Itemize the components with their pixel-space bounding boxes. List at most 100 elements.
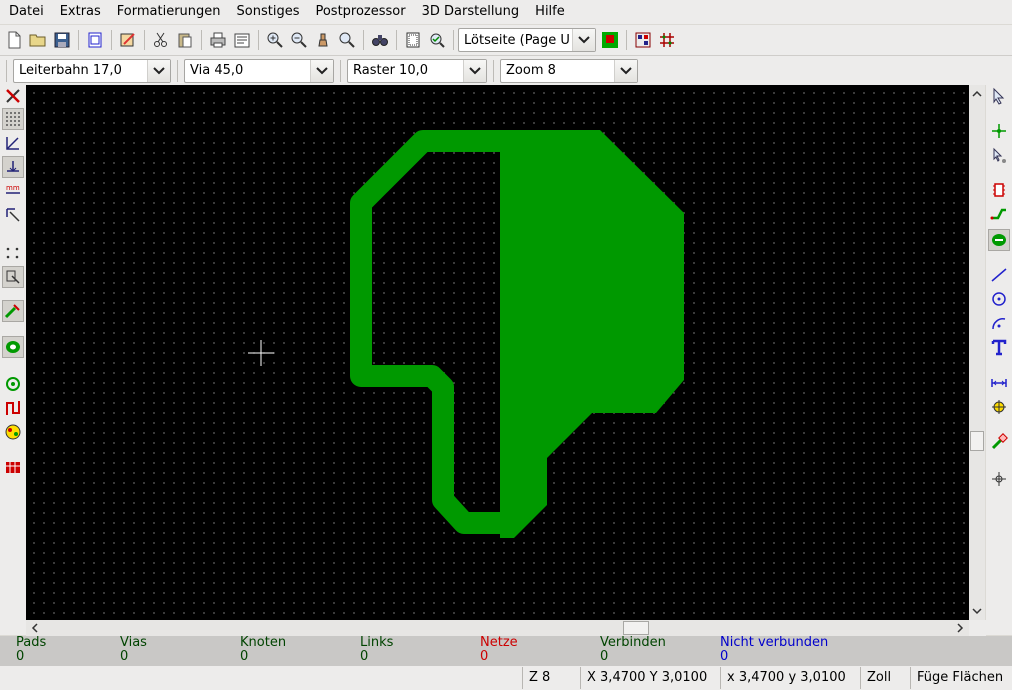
menu-file[interactable]: Datei	[0, 0, 51, 24]
separator	[144, 30, 145, 50]
redraw-icon[interactable]	[311, 28, 335, 52]
grid-origin-icon[interactable]	[988, 468, 1010, 490]
new-file-icon[interactable]	[2, 28, 26, 52]
zoom-in-icon[interactable]	[263, 28, 287, 52]
pcb-canvas[interactable]	[26, 85, 969, 620]
local-ratsnest-icon[interactable]	[988, 145, 1010, 167]
highlight-net-icon[interactable]	[988, 120, 1010, 142]
add-module-icon[interactable]	[988, 179, 1010, 201]
grid-value: Raster 10,0	[353, 63, 429, 78]
load-module-icon[interactable]	[116, 28, 140, 52]
paste-icon[interactable]	[173, 28, 197, 52]
menu-formatting[interactable]: Formatierungen	[108, 0, 228, 24]
info-panel: Pads 0 Vias 0 Knoten 0 Links 0 Netze 0 V…	[0, 636, 1012, 666]
layer-select[interactable]: Lötseite (Page U	[458, 28, 596, 52]
grid-toggle-icon[interactable]	[2, 108, 24, 130]
units-mm-icon[interactable]: mm	[2, 180, 24, 202]
select-arrow-icon[interactable]	[988, 85, 1010, 107]
chevron-down-icon[interactable]	[463, 59, 486, 82]
auto-place-icon[interactable]	[631, 28, 655, 52]
cut-icon[interactable]	[149, 28, 173, 52]
ratsnest-icon[interactable]	[2, 242, 24, 264]
unconnected-label: Nicht verbunden	[720, 635, 829, 650]
print-icon[interactable]	[206, 28, 230, 52]
chevron-down-icon[interactable]	[147, 59, 170, 82]
menu-3d-view[interactable]: 3D Darstellung	[413, 0, 527, 24]
pads-label: Pads	[16, 635, 47, 650]
links-info: Links 0	[360, 636, 480, 664]
cursor-shape-icon[interactable]	[2, 204, 24, 226]
add-zone-icon[interactable]	[988, 229, 1010, 251]
layer-color-icon[interactable]	[598, 28, 622, 52]
netlist-icon[interactable]	[401, 28, 425, 52]
scroll-corner	[969, 620, 986, 636]
add-arc-icon[interactable]	[988, 312, 1010, 334]
scroll-left-icon[interactable]	[27, 621, 41, 635]
connected-label: Verbinden	[600, 635, 666, 650]
plot-icon[interactable]	[230, 28, 254, 52]
vias-label: Vias	[120, 635, 147, 650]
menu-extras[interactable]: Extras	[51, 0, 108, 24]
module-ratsnest-icon[interactable]	[2, 266, 24, 288]
add-circle-icon[interactable]	[988, 288, 1010, 310]
zoom-fit-icon[interactable]	[335, 28, 359, 52]
scroll-right-icon[interactable]	[953, 621, 967, 635]
via-size-select[interactable]: Via 45,0	[184, 58, 334, 83]
horizontal-scroll-thumb[interactable]	[623, 621, 649, 635]
status-abs-coords: X 3,4700 Y 3,0100	[580, 667, 720, 689]
menu-misc[interactable]: Sonstiges	[228, 0, 307, 24]
separator	[177, 59, 178, 82]
status-rel-coords: x 3,4700 y 3,0100	[720, 667, 860, 689]
nets-label: Netze	[480, 635, 518, 650]
delete-item-icon[interactable]	[988, 431, 1010, 453]
menu-help[interactable]: Hilfe	[526, 0, 572, 24]
show-zones-icon[interactable]	[2, 336, 24, 358]
nodes-label: Knoten	[240, 635, 287, 650]
links-label: Links	[360, 635, 394, 650]
add-text-icon[interactable]	[988, 336, 1010, 358]
layers-manager-icon[interactable]	[2, 456, 24, 478]
status-mode: Füge Flächen	[910, 667, 1012, 689]
horizontal-scrollbar[interactable]	[26, 620, 969, 636]
scroll-up-icon[interactable]	[970, 86, 984, 100]
open-file-icon[interactable]	[26, 28, 50, 52]
polar-coords-icon[interactable]	[2, 132, 24, 154]
separator	[363, 30, 364, 50]
connected-info: Verbinden 0	[600, 636, 720, 664]
separator	[453, 30, 454, 50]
drc-icon[interactable]	[425, 28, 449, 52]
separator	[493, 59, 494, 82]
separator	[340, 59, 341, 82]
menu-postprocessor[interactable]: Postprozessor	[306, 0, 412, 24]
add-track-icon[interactable]	[988, 203, 1010, 225]
vias-value: 0	[120, 649, 129, 664]
vertical-scrollbar[interactable]	[969, 85, 985, 620]
high-contrast-icon[interactable]	[2, 421, 24, 443]
add-target-icon[interactable]	[988, 396, 1010, 418]
track-width-select[interactable]: Leiterbahn 17,0	[13, 58, 171, 83]
chevron-down-icon[interactable]	[572, 29, 595, 51]
find-icon[interactable]	[368, 28, 392, 52]
add-dimension-icon[interactable]	[988, 372, 1010, 394]
add-line-icon[interactable]	[988, 264, 1010, 286]
zoom-select[interactable]: Zoom 8	[500, 58, 638, 83]
drc-off-icon[interactable]	[2, 85, 24, 107]
unconnected-info: Nicht verbunden 0	[720, 636, 920, 664]
copper-zone-fill	[500, 130, 684, 538]
chevron-down-icon[interactable]	[614, 59, 637, 82]
page-settings-icon[interactable]	[83, 28, 107, 52]
chevron-down-icon[interactable]	[310, 59, 333, 82]
zoom-out-icon[interactable]	[287, 28, 311, 52]
scroll-down-icon[interactable]	[970, 604, 984, 618]
auto-route-icon[interactable]	[655, 28, 679, 52]
tracks-sketch-icon[interactable]	[2, 397, 24, 419]
pads-sketch-icon[interactable]	[2, 373, 24, 395]
grid-select[interactable]: Raster 10,0	[347, 58, 487, 83]
auto-delete-track-icon[interactable]	[2, 300, 24, 322]
via-size-value: Via 45,0	[190, 63, 244, 78]
save-icon[interactable]	[50, 28, 74, 52]
track-width-value: Leiterbahn 17,0	[19, 63, 122, 78]
units-inch-icon[interactable]	[2, 156, 24, 178]
vertical-scroll-thumb[interactable]	[970, 431, 984, 451]
nets-info: Netze 0	[480, 636, 600, 664]
